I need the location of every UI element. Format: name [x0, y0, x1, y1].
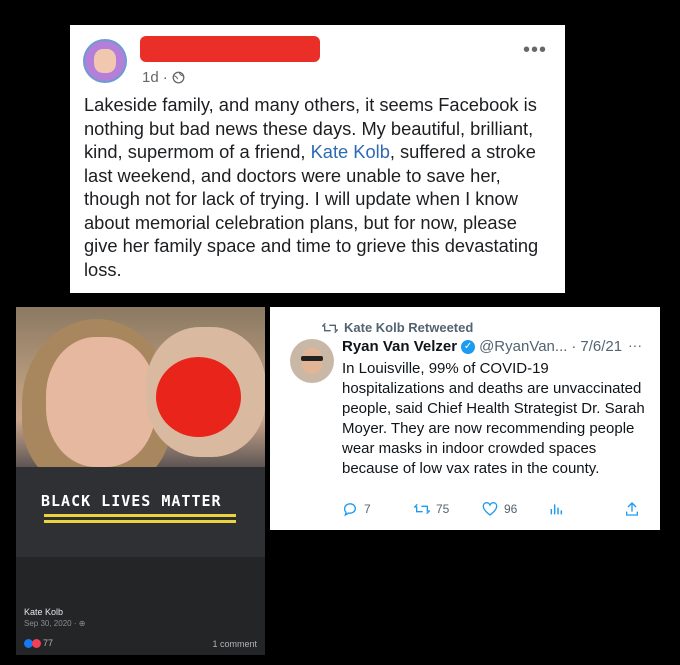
retweet-context: Kate Kolb Retweeted — [322, 320, 473, 335]
comment-count[interactable]: 1 comment — [212, 639, 257, 649]
share-icon — [626, 502, 638, 516]
tweet-header: Ryan Van Velzer ✓ @RyanVan... · 7/6/21 — [342, 338, 623, 355]
retweet-button[interactable]: 75 — [414, 501, 482, 517]
tweet: Kate Kolb Retweeted Ryan Van Velzer ✓ @R… — [270, 307, 660, 530]
globe-icon — [172, 71, 185, 84]
photo-post: BLACK LIVES MATTER Kate Kolb Sep 30, 202… — [16, 307, 265, 655]
tweet-date[interactable]: 7/6/21 — [580, 338, 622, 355]
more-options-icon[interactable]: ••• — [523, 39, 547, 62]
tweet-actions: 7 75 96 — [342, 501, 642, 517]
reply-button[interactable]: 7 — [342, 501, 414, 517]
facebook-post: 1d · ••• Lakeside family, and many other… — [70, 25, 565, 293]
author-name[interactable]: Ryan Van Velzer — [342, 338, 457, 355]
redacted-face — [156, 357, 241, 437]
photo-author[interactable]: Kate Kolb — [24, 607, 63, 617]
post-timestamp[interactable]: 1d · — [142, 69, 185, 86]
retweet-icon — [414, 503, 430, 515]
photo-date: Sep 30, 2020 · ⊕ — [24, 619, 86, 628]
author-handle[interactable]: @RyanVan... — [479, 338, 567, 355]
post-body: Lakeside family, and many others, it see… — [84, 94, 539, 280]
mention-link[interactable]: Kate Kolb — [311, 141, 390, 162]
love-icon — [32, 638, 41, 648]
redacted-author-name — [140, 36, 320, 62]
avatar[interactable] — [290, 339, 334, 383]
heart-icon — [482, 502, 498, 516]
globe-icon: ⊕ — [78, 619, 86, 628]
share-button[interactable] — [624, 501, 640, 517]
reply-icon — [343, 503, 356, 517]
avatar[interactable] — [83, 39, 127, 83]
verified-badge-icon: ✓ — [461, 339, 476, 354]
tweet-text: In Louisville, 99% of COVID-19 hospitali… — [342, 360, 645, 477]
shirt-slogan: BLACK LIVES MATTER — [41, 492, 222, 510]
post-photo[interactable]: BLACK LIVES MATTER — [16, 307, 265, 557]
more-options-icon[interactable]: ··· — [628, 337, 642, 353]
reaction-summary[interactable]: 77 — [24, 638, 53, 648]
shirt-stripes — [44, 514, 236, 526]
retweet-icon — [322, 322, 338, 333]
like-button[interactable]: 96 — [482, 501, 548, 517]
analytics-icon — [550, 504, 563, 515]
time-label: 1d — [142, 69, 159, 86]
analytics-button[interactable] — [548, 501, 624, 517]
